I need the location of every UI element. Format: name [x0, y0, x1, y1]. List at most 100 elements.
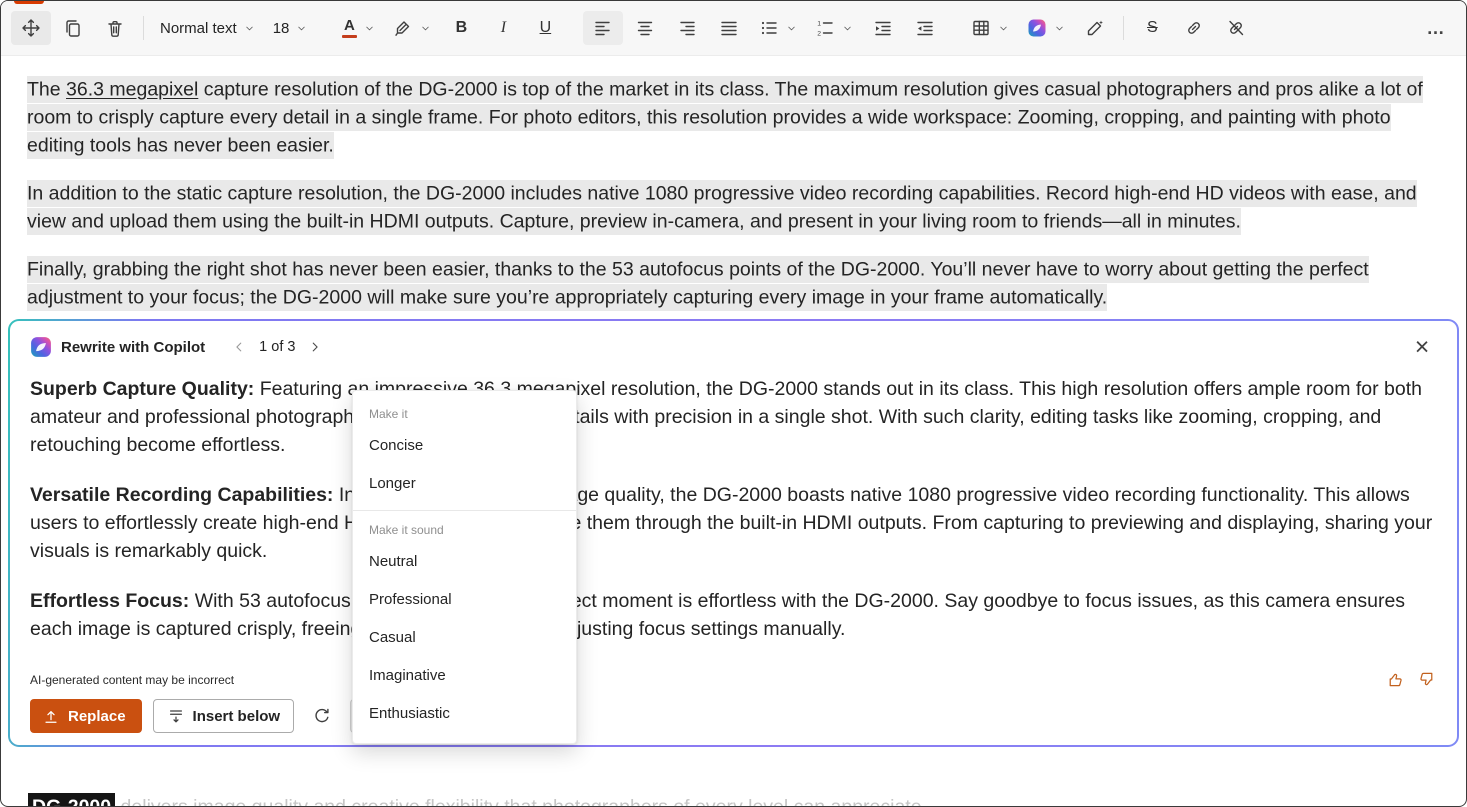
toolbar-separator [143, 16, 144, 40]
menu-item-concise[interactable]: Concise [353, 427, 576, 465]
document-paragraph: Finally, grabbing the right shot has nev… [27, 255, 1440, 311]
align-justify-button[interactable] [709, 11, 749, 45]
copilot-panel-footer: AI-generated content may be incorrect [30, 670, 1437, 689]
copilot-panel-header: Rewrite with Copilot 1 of 3 × [30, 331, 1437, 363]
font-color-icon: A [342, 18, 357, 38]
font-size-dropdown[interactable]: 18 [265, 11, 316, 45]
trash-icon [105, 18, 125, 38]
font-color-button[interactable]: A [333, 11, 383, 45]
menu-item-professional[interactable]: Professional [353, 581, 576, 619]
chevron-down-icon [364, 23, 375, 34]
suggestion-navigation: 1 of 3 [228, 336, 326, 358]
move-button[interactable] [11, 11, 51, 45]
font-size-value: 18 [273, 20, 290, 37]
document-paragraph: The 36.3 megapixel capture resolution of… [27, 75, 1440, 159]
suggestion-lead: Versatile Recording Capabilities: [30, 484, 333, 506]
rewrite-options-menu: Make it Concise Longer Make it sound Neu… [352, 390, 577, 744]
document-editor[interactable]: The 36.3 megapixel capture resolution of… [1, 56, 1466, 311]
bold-icon: B [456, 19, 468, 37]
active-tab-indicator [14, 1, 44, 4]
menu-item-longer[interactable]: Longer [353, 465, 576, 503]
feedback-buttons [1385, 670, 1437, 689]
pen-sparkle-icon [1085, 18, 1105, 38]
more-options-button[interactable]: … [1416, 11, 1456, 45]
move-icon [21, 18, 41, 38]
italic-button[interactable]: I [483, 11, 523, 45]
align-left-icon [593, 18, 613, 38]
copilot-suggestion-body: Superb Capture Quality: Featuring an imp… [30, 367, 1437, 643]
chevron-right-icon [308, 340, 322, 354]
copy-icon [63, 18, 83, 38]
chevron-down-icon [296, 23, 307, 34]
italic-icon: I [501, 19, 506, 37]
chevron-down-icon [842, 23, 853, 34]
megapixel-link[interactable]: 36.3 megapixel [66, 78, 198, 100]
insert-below-button[interactable]: Insert below [153, 699, 295, 733]
copilot-panel-title: Rewrite with Copilot [61, 339, 205, 356]
document-text-cutoff[interactable]: DG-2000 delivers image quality and creat… [28, 793, 927, 807]
menu-item-enthusiastic[interactable]: Enthusiastic [353, 695, 576, 733]
numbered-list-button[interactable]: 12 [807, 11, 861, 45]
ai-disclaimer: AI-generated content may be incorrect [30, 673, 234, 687]
copilot-logo-icon [30, 336, 52, 358]
menu-item-imaginative[interactable]: Imaginative [353, 657, 576, 695]
align-center-icon [635, 18, 655, 38]
remove-link-button[interactable] [1216, 11, 1256, 45]
suggestion-paragraph: Effortless Focus: With 53 autofocus poin… [30, 587, 1437, 643]
replace-button[interactable]: Replace [30, 699, 142, 733]
insert-below-icon [167, 707, 185, 725]
bold-button[interactable]: B [441, 11, 481, 45]
copilot-button[interactable] [1019, 11, 1073, 45]
insert-table-button[interactable] [963, 11, 1017, 45]
paragraph-style-dropdown[interactable]: Normal text [152, 11, 263, 45]
document-paragraph: In addition to the static capture resolu… [27, 179, 1440, 235]
align-right-button[interactable] [667, 11, 707, 45]
decrease-indent-icon [915, 18, 935, 38]
chevron-left-icon [232, 340, 246, 354]
table-icon [971, 18, 991, 38]
chevron-down-icon [244, 23, 255, 34]
insert-link-button[interactable] [1174, 11, 1214, 45]
menu-item-neutral[interactable]: Neutral [353, 543, 576, 581]
toolbar-separator [1123, 16, 1124, 40]
increase-indent-button[interactable] [863, 11, 903, 45]
regenerate-button[interactable] [305, 699, 339, 733]
highlight-color-button[interactable] [385, 11, 439, 45]
align-center-button[interactable] [625, 11, 665, 45]
decrease-indent-button[interactable] [905, 11, 945, 45]
insert-below-button-label: Insert below [193, 708, 281, 725]
menu-group-header: Make it [353, 395, 576, 427]
chevron-down-icon [1054, 23, 1065, 34]
highlighted-text: DG-2000 [28, 793, 115, 807]
rewrite-pen-button[interactable] [1075, 11, 1115, 45]
previous-suggestion-button[interactable] [228, 336, 250, 358]
suggestion-lead: Superb Capture Quality: [30, 378, 254, 400]
replace-button-label: Replace [68, 708, 126, 725]
increase-indent-icon [873, 18, 893, 38]
thumbs-down-icon[interactable] [1418, 670, 1437, 689]
paragraph-text: Finally, grabbing the right shot has nev… [27, 256, 1369, 311]
paragraph-text: capture resolution of the DG-2000 is top… [27, 78, 1423, 156]
align-justify-icon [719, 18, 739, 38]
strikethrough-button[interactable]: S [1132, 11, 1172, 45]
copilot-action-bar: Replace Insert below [30, 699, 1437, 733]
suggestion-paragraph: Versatile Recording Capabilities: In add… [30, 481, 1437, 565]
close-panel-button[interactable]: × [1407, 332, 1437, 362]
refresh-icon [312, 706, 332, 726]
thumbs-up-icon[interactable] [1385, 670, 1404, 689]
bullet-list-button[interactable] [751, 11, 805, 45]
unlink-icon [1226, 18, 1246, 38]
delete-button[interactable] [95, 11, 135, 45]
paragraph-style-value: Normal text [160, 20, 237, 37]
menu-group-header: Make it sound [353, 511, 576, 543]
paragraph-text: The [27, 78, 66, 100]
menu-item-casual[interactable]: Casual [353, 619, 576, 657]
align-right-icon [677, 18, 697, 38]
underline-button[interactable]: U [525, 11, 565, 45]
chevron-down-icon [420, 23, 431, 34]
align-left-button[interactable] [583, 11, 623, 45]
copy-button[interactable] [53, 11, 93, 45]
underline-icon: U [540, 19, 552, 37]
next-suggestion-button[interactable] [304, 336, 326, 358]
strikethrough-icon: S [1147, 19, 1158, 37]
